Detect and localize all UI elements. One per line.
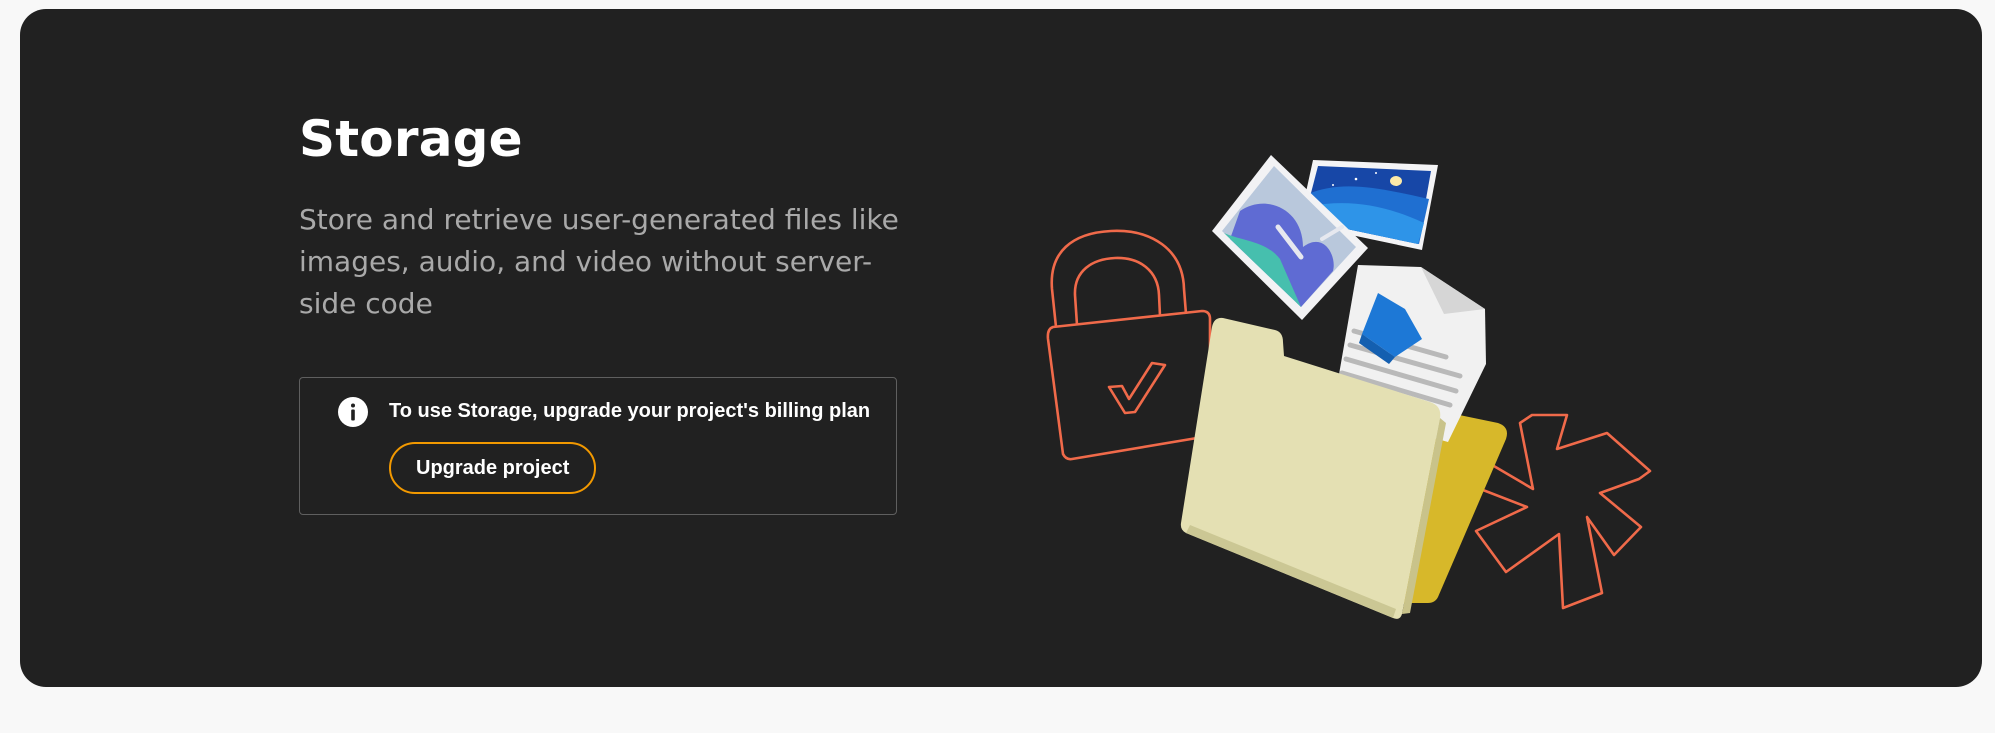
page-description: Store and retrieve user-generated files … bbox=[299, 203, 899, 320]
info-icon bbox=[338, 397, 368, 427]
page-title: Storage bbox=[299, 110, 523, 168]
billing-notice: To use Storage, upgrade your project's b… bbox=[299, 377, 897, 515]
upgrade-project-button[interactable]: Upgrade project bbox=[389, 442, 597, 494]
storage-hero-card: Storage Store and retrieve user-generate… bbox=[20, 9, 1982, 687]
storage-illustration bbox=[1046, 155, 1652, 619]
billing-notice-text: To use Storage, upgrade your project's b… bbox=[389, 400, 871, 422]
lock-icon bbox=[1046, 229, 1212, 461]
